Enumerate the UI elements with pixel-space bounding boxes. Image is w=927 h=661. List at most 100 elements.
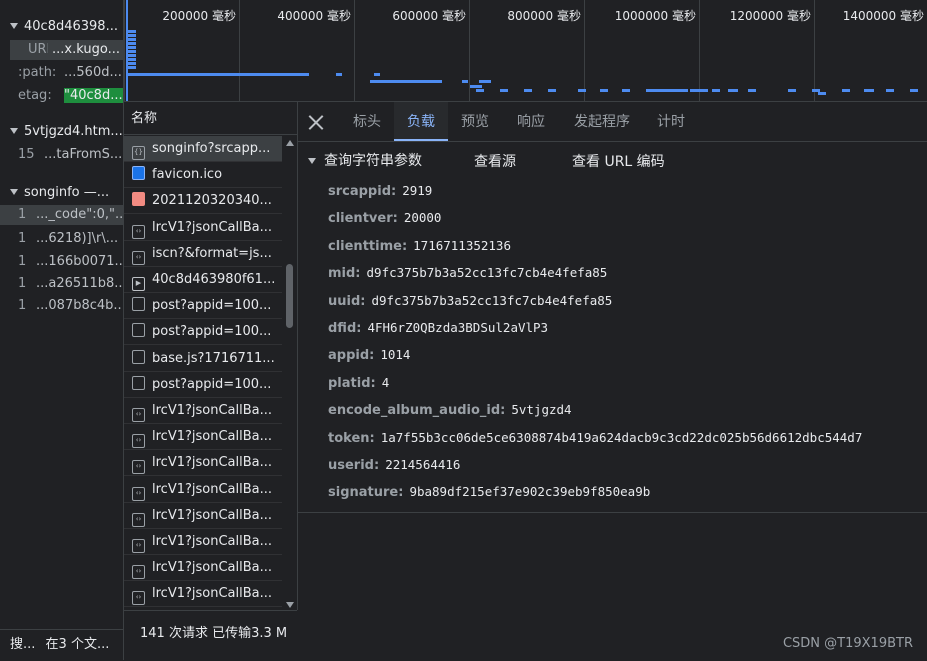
tab-preview[interactable]: 预览 [448,102,502,141]
network-overview-timeline[interactable]: 200000 毫秒 400000 毫秒 600000 毫秒 800000 毫秒 … [124,0,927,102]
timeline-tick: 200000 毫秒 [124,0,240,101]
watermark: CSDN @T19X19BTR [782,636,913,651]
request-row[interactable]: ‹› lrcV1?jsonCallBa... [124,529,282,555]
tab-response[interactable]: 响应 [504,102,558,141]
search-group-3[interactable]: songinfo —... [0,183,123,203]
request-row[interactable]: post?appid=100... [124,372,282,398]
search-match-line[interactable]: 1 ...166b0071... [0,252,123,272]
param-value[interactable]: 2919 [402,183,432,198]
request-row[interactable]: ‹› lrcV1?jsonCallBa... [124,450,282,477]
query-param-row: encode_album_audio_id: 5vtjgzd4 [328,399,572,421]
tab-initiator[interactable]: 发起程序 [562,102,642,141]
request-list-scrollbar[interactable] [282,136,297,610]
script-icon: ‹› [132,250,145,265]
query-param-row: dfid: 4FH6rZ0QBzda3BDSul2aVlP3 [328,317,548,339]
request-name: songinfo?srcapp... [152,141,271,156]
script-icon: ‹› [132,224,145,239]
scroll-down-icon[interactable] [286,602,294,608]
request-row[interactable]: ‹› lrcV1?jsonCallBa... [124,581,282,608]
expand-triangle-icon[interactable] [10,23,18,29]
search-match-line[interactable]: 1 ...6218)]\r\... [0,229,123,249]
request-list: 名称 {} songinfo?srcapp... favicon.ico 202112… [124,102,298,610]
search-group-2[interactable]: 5vtjgzd4.htm... [0,122,123,142]
search-status[interactable]: 搜... [10,637,35,652]
search-match-line[interactable]: 1 ...a26511b8... [0,274,123,294]
script-icon: ‹› [132,512,145,527]
param-key: appid: [328,348,375,364]
tab-timing[interactable]: 计时 [646,102,696,141]
param-value[interactable]: 1014 [380,347,410,362]
request-name: lrcV1?jsonCallBa... [152,429,273,445]
document-icon [132,349,145,364]
request-row[interactable]: ‹› lrcV1?jsonCallBa... [124,503,282,529]
etag-highlight: "40c8d... [64,88,123,103]
request-row[interactable]: ‹› lrcV1?jsonCallBa... [124,424,282,451]
param-key: platid: [328,375,376,391]
param-value[interactable]: 2214564416 [385,457,460,472]
request-row[interactable]: base.js?1716711... [124,346,282,372]
document-icon [132,297,145,312]
param-value[interactable]: d9fc375b7b3a52cc13fc7cb4e4fefa85 [367,265,608,280]
expand-triangle-icon[interactable] [10,128,18,134]
param-key: srcappid: [328,184,397,199]
detail-tabbar: 标头 负载 预览 响应 发起程序 计时 [298,102,927,142]
timeline-tick: 1200000 毫秒 [699,0,815,101]
request-row[interactable]: {} songinfo?srcapp... [124,136,282,162]
section-title[interactable]: 查询字符串参数 [324,150,422,170]
query-param-row: clienttime: 1716711352136 [328,235,511,257]
search-match-line[interactable]: 1 ...087b8c4b... [0,296,123,316]
network-status-bar: 141 次请求 已传输3.3 M [124,610,297,660]
request-name: favicon.ico [152,167,223,183]
param-value[interactable]: 20000 [404,210,442,225]
xhr-icon: {} [132,146,145,160]
name-column-header[interactable]: 名称 [124,102,297,135]
request-row[interactable]: post?appid=100... [124,293,282,320]
request-name: lrcV1?jsonCallBa... [152,507,273,523]
expand-triangle-icon[interactable] [10,189,18,195]
tab-headers[interactable]: 标头 [340,102,394,141]
request-row[interactable]: 2021120320340... [124,188,282,215]
search-match-line[interactable]: etag: "40c8d... [0,86,123,106]
request-row[interactable]: ▶ 40c8d463980f61... [124,267,282,293]
query-param-row: srcappid: 2919 [328,180,432,202]
param-value[interactable]: 4FH6rZ0QBzda3BDSul2aVlP3 [367,320,548,335]
request-row[interactable]: ‹› lrcV1?jsonCallBa... [124,477,282,503]
search-match-line[interactable]: :path: ...560d... [0,63,123,83]
param-value[interactable]: 9ba89df215ef37e902c39eb9f850ea9b [409,484,650,499]
request-name: iscn?&format=js... [152,245,272,261]
query-param-row: uuid: d9fc375b7b3a52cc13fc7cb4e4fefa85 [328,290,612,312]
tab-payload[interactable]: 负载 [394,102,448,141]
script-icon: ‹› [132,486,145,501]
view-url-encoded-link[interactable]: 查看 URL 编码 [572,151,665,171]
param-value[interactable]: 1a7f55b3cc06de5ce6308874b419a624dacb9c3c… [381,430,863,445]
scrollbar-thumb[interactable] [286,264,293,328]
request-row[interactable]: ‹› lrcV1?jsonCallBa... [124,555,282,582]
search-match-line[interactable]: 1 ..._code":0,"... [0,205,123,225]
request-row[interactable]: favicon.ico [124,162,282,189]
collapse-triangle-icon[interactable] [308,158,316,164]
request-name: lrcV1?jsonCallBa... [152,481,273,497]
request-row[interactable]: post?appid=100... [124,319,282,346]
close-icon[interactable] [308,114,324,130]
request-name: lrcV1?jsonCallBa... [152,586,273,602]
search-summary: 在3 个文... [45,637,110,652]
search-group-1[interactable]: 40c8d46398... [0,17,123,37]
request-row[interactable]: ‹› iscn?&format=js... [124,241,282,267]
view-source-link[interactable]: 查看源 [474,151,516,171]
param-value[interactable]: d9fc375b7b3a52cc13fc7cb4e4fefa85 [371,293,612,308]
request-row[interactable]: ‹› lrcV1?jsonCallBa... [124,215,282,241]
param-key: signature: [328,485,404,501]
search-match-line[interactable]: URL...x.kugo... [0,40,123,60]
request-name: post?appid=100... [152,298,272,314]
query-param-row: userid: 2214564416 [328,454,460,476]
scroll-up-icon[interactable] [286,140,294,146]
request-detail-panel: 标头 负载 预览 响应 发起程序 计时 查询字符串参数 查看源 查看 URL 编… [298,102,927,660]
search-match-line[interactable]: 15 ...taFromS... [0,145,123,165]
request-row[interactable]: ‹› lrcV1?jsonCallBa... [124,398,282,424]
param-value[interactable]: 5vtjgzd4 [511,402,571,417]
param-value[interactable]: 1716711352136 [413,238,511,253]
param-key: encode_album_audio_id: [328,403,506,419]
query-param-row: signature: 9ba89df215ef37e902c39eb9f850ea… [328,481,650,503]
request-name: lrcV1?jsonCallBa... [152,219,273,235]
param-value[interactable]: 4 [382,375,390,390]
